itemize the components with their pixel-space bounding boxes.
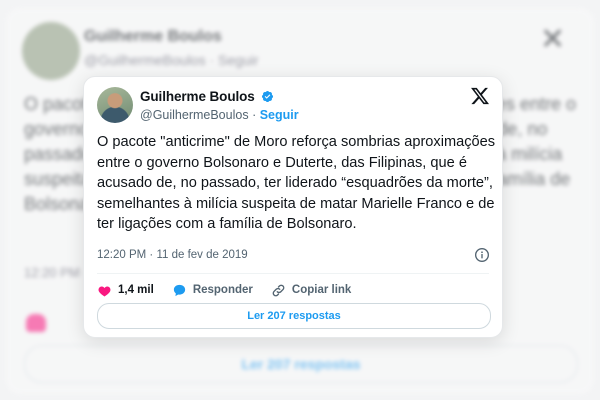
background-author-name: Guilherme Boulos: [84, 28, 222, 45]
background-replies-label: Ler 207 respostas: [241, 356, 361, 372]
follow-link[interactable]: Seguir: [260, 108, 299, 122]
background-replies-button: Ler 207 respostas: [24, 345, 578, 383]
copy-link-button[interactable]: Copiar link: [271, 283, 351, 298]
action-bar: 1,4 mil Responder Copiar link: [97, 280, 369, 300]
author-name-row[interactable]: Guilherme Boulos: [140, 89, 274, 104]
tweet-card: Guilherme Boulos @GuilhermeBoulos · Segu…: [83, 76, 503, 338]
info-icon[interactable]: [474, 247, 490, 263]
background-x-icon: ✕: [540, 23, 566, 56]
reply-bubble-icon: [173, 284, 185, 296]
divider: [97, 273, 489, 274]
author-name[interactable]: Guilherme Boulos: [140, 89, 255, 104]
verified-badge-icon: [262, 90, 274, 103]
x-logo-icon[interactable]: [470, 86, 490, 106]
copy-link-label: Copiar link: [291, 284, 352, 296]
heart-icon: [98, 285, 111, 296]
handle-separator: ·: [252, 108, 257, 122]
background-avatar: [22, 22, 80, 80]
like-count: 1,4 mil: [118, 284, 154, 296]
tweet-timestamp[interactable]: 12:20 PM · 11 de fev de 2019: [97, 249, 248, 261]
tweet-text: O pacote "anticrime" de Moro reforça som…: [97, 134, 496, 232]
avatar[interactable]: [97, 87, 133, 123]
link-icon: [272, 284, 285, 296]
background-heart-icon: [26, 314, 46, 332]
like-button[interactable]: 1,4 mil: [97, 283, 154, 298]
reply-label: Responder: [192, 284, 253, 296]
background-handle: @GuilhermeBoulos · Seguir: [84, 52, 259, 68]
read-replies-button[interactable]: Ler 207 respostas: [97, 303, 491, 329]
handle-row: @GuilhermeBoulos · Seguir: [140, 108, 299, 122]
author-handle[interactable]: @GuilhermeBoulos: [140, 108, 249, 122]
reply-button[interactable]: Responder: [172, 283, 253, 298]
